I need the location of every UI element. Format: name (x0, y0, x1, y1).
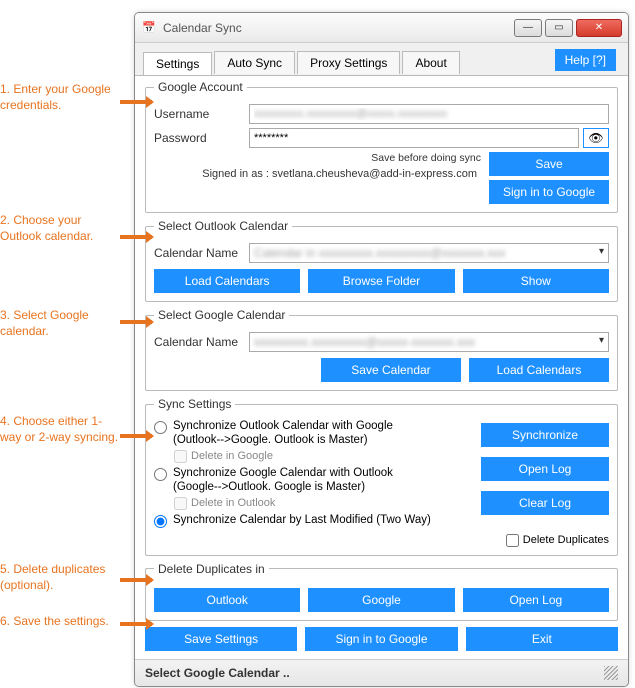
help-button[interactable]: Help [?] (555, 49, 616, 71)
delete-in-google-checkbox[interactable] (174, 450, 187, 463)
google-calendar-legend: Select Google Calendar (154, 308, 289, 322)
eye-icon: 👁 (588, 131, 603, 145)
annotation-6: 6. Save the settings. (0, 614, 120, 630)
google-calendar-dropdown[interactable]: xxxxxxxxx.xxxxxxxxx@xxxxx-xxxxxxx.xxx (249, 332, 609, 352)
annotation-3: 3. Select Google calendar. (0, 308, 120, 339)
google-calendar-name-label: Calendar Name (154, 335, 249, 349)
window-title: Calendar Sync (163, 21, 514, 35)
footer-sign-in-google-button[interactable]: Sign in to Google (305, 627, 457, 651)
signed-in-text: Signed in as : svetlana.cheusheva@add-in… (154, 168, 481, 180)
delete-duplicates-checkbox[interactable] (506, 534, 519, 547)
sync-two-way-radio[interactable] (154, 515, 167, 528)
status-bar: Select Google Calendar .. (135, 659, 628, 686)
save-before-sync-note: Save before doing sync (154, 152, 481, 164)
load-google-calendars-button[interactable]: Load Calendars (469, 358, 609, 382)
outlook-calendar-group: Select Outlook Calendar Calendar Name Ca… (145, 219, 618, 302)
delete-duplicates-legend: Delete Duplicates in (154, 562, 269, 576)
delete-in-google-label: Delete in Google (191, 450, 273, 462)
google-account-legend: Google Account (154, 80, 247, 94)
load-outlook-calendars-button[interactable]: Load Calendars (154, 269, 300, 293)
annotation-1: 1. Enter your Google credentials. (0, 82, 120, 113)
sync-outlook-to-google-radio[interactable] (154, 421, 167, 434)
status-text: Select Google Calendar .. (145, 666, 290, 680)
delete-in-outlook-checkbox[interactable] (174, 497, 187, 510)
username-input[interactable] (249, 104, 609, 124)
sync-settings-group: Sync Settings Synchronize Outlook Calend… (145, 397, 618, 556)
app-icon: 📅 (141, 20, 157, 36)
delete-duplicates-google-button[interactable]: Google (308, 588, 454, 612)
minimize-button[interactable]: — (514, 19, 542, 37)
sync-settings-legend: Sync Settings (154, 397, 235, 411)
open-log-button[interactable]: Open Log (481, 457, 609, 481)
google-account-group: Google Account Username Password 👁 Save … (145, 80, 618, 213)
delete-duplicates-label: Delete Duplicates (523, 534, 609, 546)
outlook-calendar-dropdown[interactable]: Calendar in xxxxxxxxx.xxxxxxxxx@xxxxxxx.… (249, 243, 609, 263)
save-credentials-button[interactable]: Save (489, 152, 609, 176)
maximize-button[interactable]: ▭ (545, 19, 573, 37)
delete-in-outlook-label: Delete in Outlook (191, 497, 275, 509)
exit-button[interactable]: Exit (466, 627, 618, 651)
sync-outlook-to-google-label: Synchronize Outlook Calendar with Google… (173, 419, 393, 448)
clear-log-button[interactable]: Clear Log (481, 491, 609, 515)
annotation-5: 5. Delete duplicates (optional). (0, 562, 120, 593)
google-calendar-group: Select Google Calendar Calendar Name xxx… (145, 308, 618, 391)
username-label: Username (154, 107, 249, 121)
tab-settings[interactable]: Settings (143, 52, 212, 75)
sync-google-to-outlook-radio[interactable] (154, 468, 167, 481)
outlook-calendar-legend: Select Outlook Calendar (154, 219, 292, 233)
app-window: 📅 Calendar Sync — ▭ ✕ Settings Auto Sync… (134, 12, 629, 687)
sync-google-to-outlook-label: Synchronize Google Calendar with Outlook… (173, 466, 393, 495)
tab-about[interactable]: About (402, 51, 459, 74)
sign-in-google-button[interactable]: Sign in to Google (489, 180, 609, 204)
show-password-button[interactable]: 👁 (583, 128, 609, 148)
resize-grip-icon[interactable] (604, 666, 618, 680)
delete-duplicates-open-log-button[interactable]: Open Log (463, 588, 609, 612)
password-label: Password (154, 131, 249, 145)
tab-auto-sync[interactable]: Auto Sync (214, 51, 295, 74)
save-google-calendar-button[interactable]: Save Calendar (321, 358, 461, 382)
annotation-4: 4. Choose either 1-way or 2-way syncing. (0, 414, 120, 445)
save-settings-button[interactable]: Save Settings (145, 627, 297, 651)
titlebar[interactable]: 📅 Calendar Sync — ▭ ✕ (135, 13, 628, 43)
annotation-2: 2. Choose your Outlook calendar. (0, 213, 120, 244)
delete-duplicates-outlook-button[interactable]: Outlook (154, 588, 300, 612)
browse-folder-button[interactable]: Browse Folder (308, 269, 454, 293)
show-outlook-button[interactable]: Show (463, 269, 609, 293)
close-button[interactable]: ✕ (576, 19, 622, 37)
tab-bar: Settings Auto Sync Proxy Settings About … (135, 43, 628, 76)
synchronize-button[interactable]: Synchronize (481, 423, 609, 447)
tab-proxy-settings[interactable]: Proxy Settings (297, 51, 400, 74)
outlook-calendar-name-label: Calendar Name (154, 246, 249, 260)
sync-two-way-label: Synchronize Calendar by Last Modified (T… (173, 513, 431, 527)
delete-duplicates-group: Delete Duplicates in Outlook Google Open… (145, 562, 618, 621)
password-input[interactable] (249, 128, 579, 148)
